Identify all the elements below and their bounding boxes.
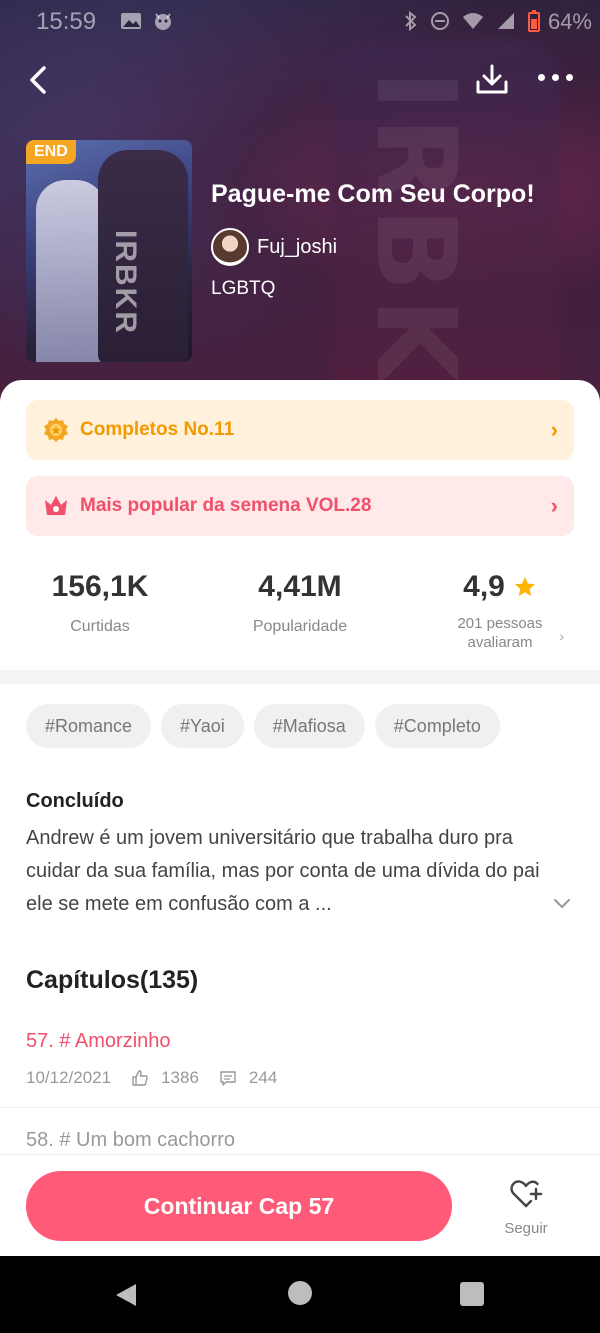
stat-popularity: 4,41M Popularidade — [200, 570, 400, 636]
rating-count: 201 pessoas — [457, 615, 543, 632]
bluetooth-icon — [405, 11, 417, 31]
cover-text: IRBKR — [109, 230, 142, 335]
thumbs-up-icon — [132, 1070, 148, 1086]
author-name: Fuj_joshi — [257, 235, 338, 258]
signal-icon — [498, 13, 514, 29]
ranking-banner-completos[interactable]: Completos No.11 › — [26, 400, 574, 460]
synopsis-text[interactable]: Andrew é um jovem universitário que trab… — [26, 822, 556, 921]
tag-chip[interactable]: #Completo — [374, 704, 500, 748]
wifi-icon — [463, 13, 483, 29]
stat-label: Popularidade — [252, 618, 348, 635]
chapters-heading: Capítulos(135) — [26, 966, 199, 994]
chapter-title[interactable]: 57. # Amorzinho — [26, 1030, 171, 1053]
back-triangle-icon[interactable] — [114, 1282, 138, 1308]
chapter-date: 10/12/2021 — [26, 1068, 112, 1087]
avatar — [211, 228, 249, 266]
battery-icon — [528, 10, 540, 32]
gallery-icon — [121, 13, 141, 29]
end-badge: END — [26, 140, 76, 164]
background-art-text: IRBKR — [352, 70, 480, 420]
recents-square-icon[interactable] — [460, 1282, 484, 1306]
ranking-label: Mais popular da semena VOL.28 — [80, 495, 372, 516]
stat-label: Curtidas — [70, 618, 130, 635]
comment-icon — [220, 1071, 236, 1086]
follow-button[interactable]: Seguir — [496, 1178, 556, 1237]
devil-emoji-icon — [155, 13, 171, 30]
author[interactable]: Fuj_joshi — [211, 228, 337, 266]
comic-title: Pague-me Com Seu Corpo! — [211, 180, 535, 208]
stat-value: 156,1K — [51, 570, 149, 603]
download-icon[interactable] — [472, 60, 512, 100]
chapter-comments: 244 — [248, 1068, 278, 1087]
chevron-right-icon: › — [550, 493, 558, 518]
stat-value: 4,41M — [258, 570, 342, 603]
tag-chip[interactable]: #Romance — [26, 704, 152, 748]
system-navigation-bar — [0, 1256, 600, 1333]
star-icon — [514, 577, 535, 596]
more-icon[interactable] — [538, 74, 574, 82]
rating-count-suffix: avaliaram — [467, 634, 533, 651]
ranking-banner-popular[interactable]: Mais popular da semena VOL.28 › — [26, 476, 574, 536]
status-bar: 15:59 64% — [0, 0, 600, 44]
section-divider — [0, 670, 600, 684]
battery-percent: 64% — [547, 9, 592, 34]
follow-label: Seguir — [504, 1220, 548, 1237]
home-circle-icon[interactable] — [288, 1281, 312, 1305]
continue-reading-button[interactable]: Continuar Cap 57 — [26, 1171, 452, 1241]
medal-icon — [44, 418, 68, 442]
completion-status: Concluído — [26, 790, 124, 812]
chapter-likes: 1386 — [161, 1068, 199, 1087]
comic-cover: IRBKR — [26, 140, 192, 362]
heart-plus-icon — [510, 1180, 543, 1208]
ranking-label: Completos No.11 — [80, 419, 235, 440]
back-arrow-icon[interactable] — [22, 60, 62, 100]
rating-value: 4,9 — [463, 570, 505, 603]
chapter-title[interactable]: 58. # Um bom cachorro — [26, 1129, 235, 1152]
status-time: 15:59 — [36, 8, 97, 35]
row-divider — [0, 1107, 600, 1108]
tag-chip[interactable]: #Mafiosa — [253, 704, 365, 748]
tag-chip[interactable]: #Yaoi — [161, 704, 244, 748]
genre-label[interactable]: LGBTQ — [211, 278, 275, 300]
chevron-right-icon: › — [550, 417, 558, 442]
chevron-down-icon[interactable] — [552, 893, 572, 913]
tag-list: #Romance #Yaoi #Mafiosa #Completo — [26, 704, 500, 748]
status-icons — [404, 10, 540, 32]
stat-likes: 156,1K Curtidas — [0, 570, 200, 636]
stat-rating[interactable]: 4,9 201 pessoas avaliaram › — [400, 570, 600, 652]
chapter-meta: 10/12/2021 1386 244 — [26, 1068, 277, 1088]
dnd-icon — [431, 12, 449, 30]
chevron-right-icon: › — [559, 628, 564, 644]
crown-icon — [45, 496, 67, 515]
